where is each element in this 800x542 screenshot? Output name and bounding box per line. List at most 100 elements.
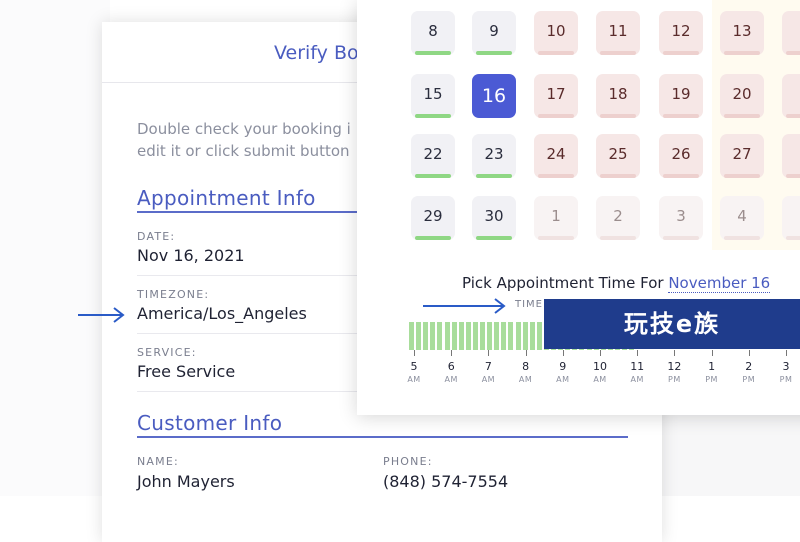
hour-meridiem: AM <box>481 375 496 384</box>
calendar-day-number: 9 <box>489 22 499 40</box>
calendar-day-number: 22 <box>423 145 443 163</box>
field-divider <box>137 391 369 392</box>
customer-info-rule <box>137 436 628 438</box>
availability-bar <box>415 51 451 55</box>
availability-bar <box>663 114 699 118</box>
calendar-day-selected[interactable]: 16 <box>472 74 516 118</box>
time-slot[interactable] <box>536 322 542 350</box>
calendar-day[interactable]: 17 <box>534 74 578 118</box>
time-slot[interactable] <box>416 322 422 350</box>
calendar-day <box>782 196 800 240</box>
service-label: SERVICE: <box>137 346 197 359</box>
time-slot[interactable] <box>458 322 464 350</box>
hour-tick <box>525 350 527 356</box>
time-slot[interactable] <box>451 322 457 350</box>
time-slot[interactable] <box>409 322 414 350</box>
time-label: TIME <box>515 299 544 310</box>
time-slot[interactable] <box>508 322 514 350</box>
calendar-day[interactable]: 19 <box>659 74 703 118</box>
hour-meridiem: AM <box>556 375 570 384</box>
calendar-day-number: 13 <box>732 22 752 40</box>
availability-bar <box>724 236 760 240</box>
hour-tick <box>637 350 639 356</box>
availability-bar <box>663 51 699 55</box>
calendar-day-number: 11 <box>608 22 628 40</box>
hour-meridiem: PM <box>742 375 756 384</box>
calendar-day[interactable]: 27 <box>720 134 764 178</box>
calendar-day-number: 20 <box>732 85 752 103</box>
hour-number: 1 <box>708 360 716 373</box>
calendar-day: 3 <box>659 196 703 240</box>
hour-label: 8 AM <box>506 360 546 384</box>
calendar-day[interactable]: 20 <box>720 74 764 118</box>
time-slot[interactable] <box>522 322 528 350</box>
time-slot[interactable] <box>423 322 429 350</box>
time-slot[interactable] <box>494 322 500 350</box>
timezone-label: TIMEZONE: <box>137 288 210 301</box>
hour-label: 10 AM <box>580 360 620 384</box>
hour-number: 9 <box>559 360 567 373</box>
date-label: DATE: <box>137 230 176 243</box>
calendar-day[interactable]: 15 <box>411 74 455 118</box>
calendar-day[interactable]: 24 <box>534 134 578 178</box>
name-label: NAME: <box>137 455 179 468</box>
availability-bar <box>600 174 636 178</box>
calendar-day-number: 16 <box>481 85 507 107</box>
verify-intro-line-1: Double check your booking i <box>137 120 351 138</box>
hour-label: 1 PM <box>692 360 732 384</box>
hour-number: 3 <box>782 360 790 373</box>
phone-label: PHONE: <box>383 455 433 468</box>
hour-number: 8 <box>522 360 530 373</box>
calendar-day[interactable]: 9 <box>472 11 516 55</box>
time-slot[interactable] <box>480 322 485 350</box>
availability-bar <box>724 114 760 118</box>
calendar-day[interactable]: 25 <box>596 134 640 178</box>
verify-intro-line-2: edit it or click submit button <box>137 142 350 160</box>
time-slot[interactable] <box>430 322 436 350</box>
availability-bar <box>786 114 800 118</box>
calendar-day: 2 <box>596 196 640 240</box>
calendar-day[interactable]: 13 <box>720 11 764 55</box>
time-slot[interactable] <box>515 322 521 350</box>
hour-label: 11 AM <box>617 360 657 384</box>
hour-meridiem: AM <box>518 375 533 384</box>
calendar-day-number: 2 <box>613 207 623 225</box>
time-slot[interactable] <box>437 322 443 350</box>
availability-bar <box>538 114 574 118</box>
hour-label: 6 AM <box>431 360 471 384</box>
calendar-day[interactable]: 18 <box>596 74 640 118</box>
calendar-day-number: 12 <box>671 22 691 40</box>
calendar-day[interactable]: 2 <box>782 74 800 118</box>
time-slot[interactable] <box>529 322 535 350</box>
calendar-day[interactable]: 23 <box>472 134 516 178</box>
calendar-day[interactable]: 8 <box>411 11 455 55</box>
time-slot[interactable] <box>487 322 493 350</box>
hour-number: 7 <box>484 360 492 373</box>
calendar-day-number: 29 <box>423 207 443 225</box>
availability-bar <box>786 236 800 240</box>
hour-label: 2 PM <box>729 360 769 384</box>
calendar-day[interactable]: 26 <box>659 134 703 178</box>
availability-bar <box>724 174 760 178</box>
hour-meridiem: PM <box>779 375 793 384</box>
service-value: Free Service <box>137 362 236 381</box>
pick-time-title: Pick Appointment Time For November 16 <box>462 274 771 293</box>
calendar-day[interactable]: 12 <box>659 11 703 55</box>
time-slot[interactable] <box>501 322 507 350</box>
calendar-day[interactable]: 10 <box>534 11 578 55</box>
selected-date-link[interactable]: November 16 <box>668 274 771 293</box>
time-slot[interactable] <box>444 322 450 350</box>
hour-tick <box>414 350 415 356</box>
field-divider <box>137 275 369 276</box>
hour-number: 12 <box>667 360 682 373</box>
calendar-day[interactable] <box>782 134 800 178</box>
availability-bar <box>415 114 451 118</box>
calendar-day[interactable] <box>782 11 800 55</box>
calendar-day[interactable]: 11 <box>596 11 640 55</box>
availability-bar <box>538 174 574 178</box>
time-slot[interactable] <box>472 322 478 350</box>
calendar-day[interactable]: 29 <box>411 196 455 240</box>
calendar-day[interactable]: 22 <box>411 134 455 178</box>
time-slot[interactable] <box>465 322 471 350</box>
calendar-day[interactable]: 30 <box>472 196 516 240</box>
